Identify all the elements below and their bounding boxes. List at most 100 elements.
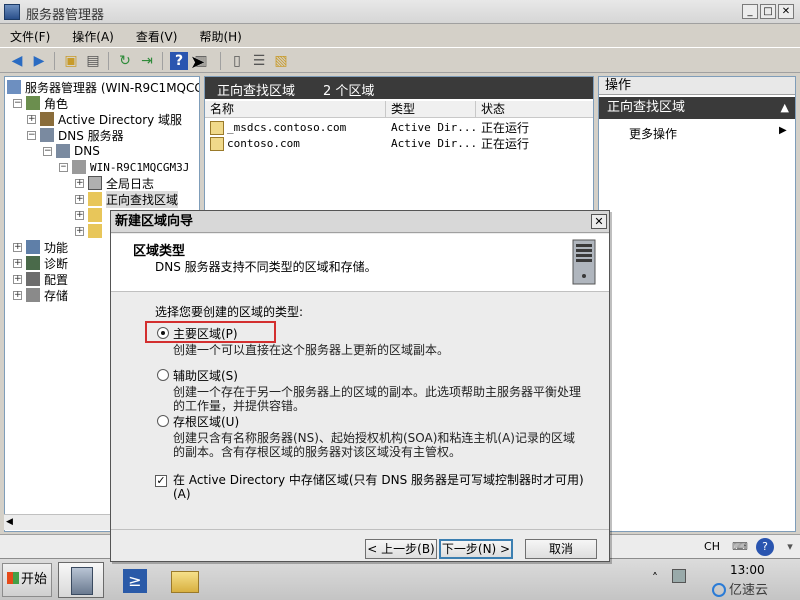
flag-tray-icon[interactable] (672, 569, 686, 583)
powershell-icon: ≥ (123, 569, 147, 593)
menu-view[interactable]: 查看(V) (132, 28, 182, 45)
tree-host[interactable]: − WIN-R9C1MQCGM3J (59, 159, 189, 175)
secondary-zone-label[interactable]: 辅助区域(S) (173, 367, 238, 384)
dialog-close-button[interactable]: ✕ (591, 214, 607, 229)
folder-icon (88, 208, 102, 222)
host-icon (72, 160, 86, 174)
taskbar-explorer[interactable] (160, 562, 206, 598)
expand-icon[interactable]: + (75, 194, 84, 204)
keyboard-icon[interactable]: ⌨ (730, 538, 750, 556)
expand-icon[interactable]: + (75, 210, 84, 220)
tree-storage[interactable]: + 存储 (13, 287, 68, 303)
storage-icon (26, 288, 40, 302)
menu-help[interactable]: 帮助(H) (195, 28, 245, 45)
dns-icon (56, 144, 70, 158)
toolbar: ◀ ▶ ▣ ▤ ↻ ⇥ ? ▥ ▯ ☰ ▧ (0, 47, 800, 73)
ad-store-label[interactable]: 在 Active Directory 中存储区域(只有 DNS 服务器是可写域控… (173, 473, 593, 501)
tree-diagnostics[interactable]: + 诊断 (13, 255, 68, 271)
tree-dns-server[interactable]: − DNS 服务器 (27, 127, 124, 143)
features-icon (26, 240, 40, 254)
table-row[interactable]: _msdcs.contoso.com Active Dir... 正在运行 (205, 120, 593, 136)
col-type[interactable]: 类型 (386, 101, 476, 118)
brand-logo-icon (712, 583, 726, 597)
log-icon (88, 176, 102, 190)
scroll-left-icon[interactable]: ◀ (6, 517, 13, 527)
tree-folder[interactable]: + (75, 223, 106, 239)
stub-zone-label[interactable]: 存根区域(U) (173, 413, 239, 430)
forward-arrow-icon[interactable]: ▶ (30, 52, 48, 70)
actions-section-label: 正向查找区域 (607, 100, 686, 115)
help-icon[interactable]: ? (170, 52, 188, 70)
options-icon[interactable]: ▾ (780, 538, 800, 556)
start-label: 开始 (21, 572, 48, 587)
maximize-button[interactable]: □ (760, 4, 776, 19)
tree-root[interactable]: 服务器管理器 (WIN-R9C1MQCGM3 (7, 79, 199, 95)
list-icon[interactable]: ☰ (250, 52, 268, 70)
stub-zone-radio[interactable] (157, 415, 169, 427)
folder-icon (171, 571, 199, 593)
dialog-header-title: 区域类型 (133, 244, 186, 259)
tree-features[interactable]: + 功能 (13, 239, 68, 255)
expand-icon[interactable]: + (13, 242, 22, 252)
brand-watermark: 亿速云 (712, 579, 768, 598)
col-status[interactable]: 状态 (476, 101, 595, 118)
clock[interactable]: 13:00 (730, 563, 765, 577)
note-icon[interactable]: ▧ (272, 52, 290, 70)
ime-indicator[interactable]: CH (702, 538, 722, 556)
export-list-icon[interactable]: ⇥ (138, 52, 156, 70)
tree-ad[interactable]: + Active Directory 域服 (27, 111, 182, 127)
tray-expand-icon[interactable]: ˄ (652, 571, 658, 585)
zone-count: 2 个区域 (323, 84, 375, 99)
collapse-up-icon[interactable]: ▲ (781, 97, 789, 119)
help-icon[interactable]: ? (756, 538, 774, 556)
expand-icon[interactable]: + (75, 178, 84, 188)
collapse-icon[interactable]: − (13, 98, 22, 108)
config-icon (26, 272, 40, 286)
tree-forward-zone[interactable]: + 正向查找区域 (75, 190, 179, 208)
window-titlebar[interactable]: 服务器管理器 _ □ ✕ (0, 0, 800, 24)
collapse-icon[interactable]: − (27, 130, 36, 140)
taskbar-powershell[interactable]: ≥ (110, 562, 156, 598)
column-header: 名称 类型 状态 (205, 101, 593, 118)
tree-folder[interactable]: + (75, 207, 106, 223)
up-folder-icon[interactable]: ▣ (62, 52, 80, 70)
expand-icon[interactable]: + (75, 226, 84, 236)
col-name[interactable]: 名称 (205, 101, 386, 118)
collapse-icon[interactable]: − (59, 162, 68, 172)
back-button[interactable]: < 上一步(B) (365, 539, 437, 559)
expand-icon[interactable]: + (13, 274, 22, 284)
tree-dns[interactable]: − DNS (43, 143, 100, 159)
ad-store-checkbox[interactable]: ✓ (155, 475, 167, 487)
primary-zone-radio[interactable] (157, 327, 169, 339)
refresh-icon[interactable]: ↻ (116, 52, 134, 70)
next-button[interactable]: 下一步(N) > (439, 539, 513, 559)
primary-zone-label[interactable]: 主要区域(P) (173, 325, 238, 342)
cancel-button[interactable]: 取消 (525, 539, 597, 559)
tree-config[interactable]: + 配置 (13, 271, 68, 287)
start-button[interactable]: 开始 (2, 563, 52, 597)
window-controls: _ □ ✕ (742, 4, 794, 19)
minimize-button[interactable]: _ (742, 4, 758, 19)
column-icon[interactable]: ▯ (228, 52, 246, 70)
expand-icon[interactable]: + (13, 290, 22, 300)
submenu-arrow-icon: ▶ (779, 125, 787, 136)
collapse-icon[interactable]: − (43, 146, 52, 156)
secondary-zone-radio[interactable] (157, 369, 169, 381)
back-arrow-icon[interactable]: ◀ (8, 52, 26, 70)
server-manager-icon (4, 4, 20, 20)
close-button[interactable]: ✕ (778, 4, 794, 19)
tree-global-log[interactable]: + 全局日志 (75, 175, 154, 191)
actions-section[interactable]: 正向查找区域 ▲ (599, 97, 795, 119)
zone-icon (210, 121, 224, 135)
expand-icon[interactable]: + (13, 258, 22, 268)
menu-action[interactable]: 操作(A) (68, 28, 118, 45)
more-actions-link[interactable]: 更多操作 (629, 125, 677, 142)
menu-file[interactable]: 文件(F) (6, 28, 54, 45)
folder-icon (88, 192, 102, 206)
show-hide-tree-icon[interactable]: ▤ (84, 52, 102, 70)
taskbar-server-manager[interactable] (58, 562, 104, 598)
tree-roles[interactable]: − 角色 (13, 95, 68, 111)
table-row[interactable]: contoso.com Active Dir... 正在运行 (205, 136, 593, 152)
expand-icon[interactable]: + (27, 114, 36, 124)
center-header: 正向查找区域 2 个区域 (205, 77, 593, 99)
